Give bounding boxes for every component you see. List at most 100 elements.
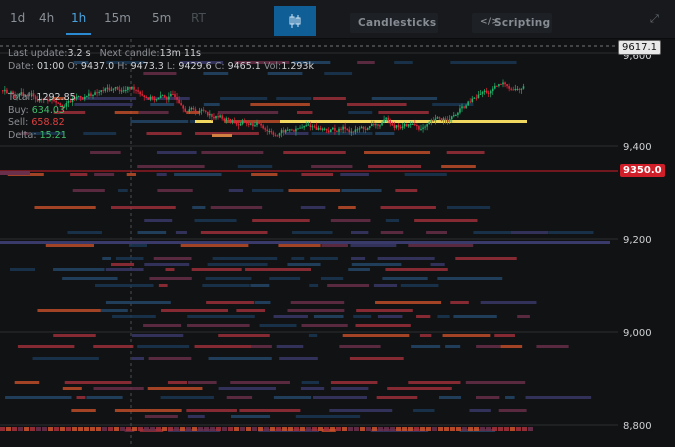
order-book-bar: [118, 189, 128, 192]
order-book-bar: [438, 427, 443, 431]
order-book-bar: [252, 219, 310, 222]
candle-body: [313, 126, 316, 128]
order-book-bar: [144, 219, 173, 222]
price-chart[interactable]: [0, 39, 675, 447]
order-book-bar: [331, 387, 369, 390]
candle-body: [186, 111, 189, 113]
candle-body: [245, 122, 248, 124]
candle-body: [151, 96, 154, 99]
order-book-bar: [165, 268, 175, 271]
order-book-bar: [144, 263, 190, 266]
order-book-bar: [522, 427, 527, 431]
order-book-bar: [291, 257, 305, 260]
order-book-bar: [437, 277, 503, 280]
order-book-bar: [147, 387, 203, 390]
candle-body: [90, 93, 92, 97]
candle-body: [282, 130, 285, 133]
order-book-bar: [188, 381, 217, 384]
candle-body: [364, 128, 367, 130]
order-book-bar: [357, 61, 375, 64]
order-book-bar: [432, 427, 437, 431]
candle-body: [379, 125, 381, 127]
candle-body: [436, 117, 439, 119]
candle-body: [346, 128, 348, 130]
timeframe-1h[interactable]: 1h: [71, 11, 86, 25]
candle-body: [467, 101, 469, 106]
order-book-bar: [350, 244, 397, 247]
timeframe-1d[interactable]: 1d: [10, 11, 25, 25]
timeframe-15m[interactable]: 15m: [104, 11, 131, 25]
order-book-bar: [441, 165, 476, 168]
candle-body: [434, 118, 437, 121]
order-book-bar: [246, 427, 251, 431]
order-book-bar: [329, 409, 393, 412]
order-book-bar: [396, 427, 401, 431]
candle-body: [485, 90, 488, 93]
order-book-bar: [0, 427, 5, 431]
candle-body: [274, 134, 277, 136]
order-book-bar: [446, 151, 485, 154]
candle-body: [4, 89, 6, 92]
candle-body: [88, 93, 90, 97]
candle-body: [207, 111, 209, 116]
candle-body: [489, 91, 492, 94]
order-book-bar: [402, 427, 407, 431]
order-book-bar: [180, 244, 249, 247]
candle-body: [118, 89, 121, 92]
order-book-bar: [10, 268, 36, 271]
order-book-bar: [144, 427, 149, 431]
candle-body: [133, 86, 135, 90]
order-book-bar: [432, 103, 474, 106]
order-book-bar: [143, 72, 177, 75]
order-book-bar: [330, 381, 378, 384]
candle-body: [498, 84, 500, 87]
order-book-bar: [400, 284, 439, 287]
candle-body: [131, 86, 133, 89]
order-book-bar: [380, 206, 436, 209]
order-book-bar: [162, 427, 167, 431]
candle-body: [520, 88, 523, 90]
candle-body: [116, 87, 119, 90]
candle-body: [473, 97, 476, 99]
candle-body: [387, 117, 389, 121]
candle-body: [352, 131, 355, 133]
order-book-bar: [414, 427, 419, 431]
order-book-bar: [148, 357, 192, 360]
order-book-bar: [350, 231, 369, 234]
order-book-bar: [308, 334, 318, 337]
order-book-bar: [276, 97, 312, 100]
price-label-9000: 9,000: [623, 328, 652, 339]
candle-body: [448, 119, 451, 123]
order-book-bar: [384, 427, 389, 431]
candle-body: [391, 123, 394, 126]
timeframe-5m[interactable]: 5m: [152, 11, 171, 25]
order-book-bar: [377, 257, 435, 260]
candle-body: [188, 109, 191, 113]
scripting-label: Scripting: [494, 17, 551, 29]
candle-body: [360, 126, 363, 129]
candle-body: [258, 122, 260, 124]
order-book-bar: [468, 427, 473, 431]
timeframe-rt[interactable]: RT: [191, 11, 206, 25]
order-book-bar: [382, 277, 428, 280]
candle-body: [338, 128, 340, 132]
order-book-bar: [206, 301, 255, 304]
order-book-bar: [208, 357, 272, 360]
order-book-bar: [201, 151, 264, 154]
order-book-bar: [450, 301, 469, 304]
chart-type-button[interactable]: [274, 6, 316, 36]
candle-body: [96, 92, 98, 94]
order-book-bar: [500, 345, 523, 348]
order-book-bar: [492, 427, 497, 431]
candle-body: [254, 125, 256, 127]
order-book-bar: [66, 427, 71, 431]
order-book-bar: [45, 244, 95, 247]
order-book-bar: [453, 315, 497, 318]
order-book-bar: [53, 334, 96, 337]
order-book-bar: [510, 427, 515, 431]
order-book-bar: [349, 357, 404, 360]
order-book-bar: [290, 301, 345, 304]
expand-icon[interactable]: ⤢: [650, 12, 659, 26]
timeframe-4h[interactable]: 4h: [39, 11, 54, 25]
order-book-bar: [237, 165, 273, 168]
